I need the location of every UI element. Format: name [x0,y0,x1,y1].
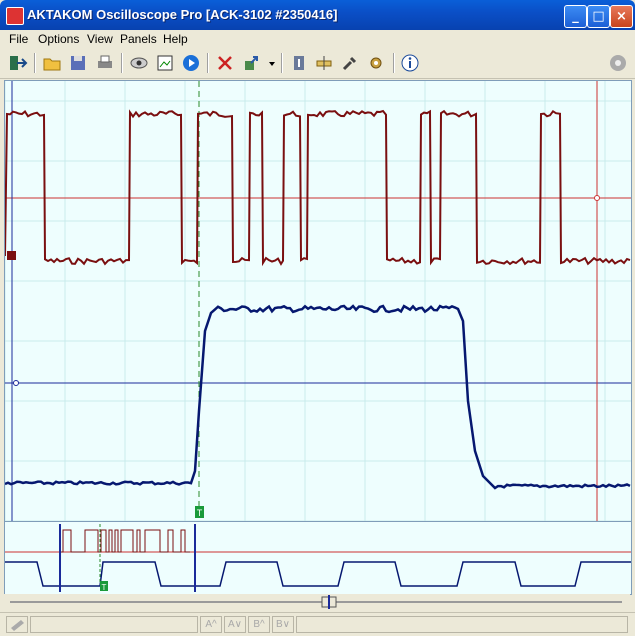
cursor-marker-ch1[interactable] [594,195,600,201]
menu-file[interactable]: File [9,32,28,46]
overview-channel2-trace [5,561,631,587]
window-title: AKTAKOM Oscilloscope Pro [ACK-3102 #2350… [27,7,338,22]
menu-bar: File Options View Panels Help [0,30,635,48]
scope-plot[interactable]: T [4,81,631,522]
app-icon [6,7,24,25]
status-bar: A^ A∨ B^ B∨ [0,612,635,635]
status-b-down: B∨ [272,616,294,633]
close-button[interactable]: × [610,5,633,28]
channel1-marker[interactable] [7,251,16,260]
status-message [30,616,198,633]
scope-grid [4,81,631,522]
info-book-icon[interactable] [289,53,309,73]
snapshot-icon[interactable] [155,53,175,73]
status-a-down: A∨ [224,616,246,633]
overview-plot[interactable]: T [5,522,631,594]
status-b-up: B^ [248,616,270,633]
exit-icon[interactable] [8,53,28,73]
status-info [296,616,628,633]
menu-panels[interactable]: Panels [120,32,157,46]
maximize-button[interactable]: □ [587,5,610,28]
open-folder-icon[interactable] [42,53,62,73]
title-bar[interactable]: AKTAKOM Oscilloscope Pro [ACK-3102 #2350… [0,0,635,30]
menu-help[interactable]: Help [163,32,188,46]
about-icon[interactable] [400,53,420,73]
overview-channel1-trace [60,529,190,553]
menu-options[interactable]: Options [38,32,79,46]
eye-icon[interactable] [129,53,149,73]
print-icon[interactable] [95,53,115,73]
status-icon [6,616,28,633]
tools-icon[interactable] [340,53,360,73]
toolbar [0,48,635,79]
menu-view[interactable]: View [87,32,113,46]
trigger-label: T [197,508,203,518]
minimize-button[interactable]: _ [564,5,587,28]
channel1-trace [4,109,631,267]
link-icon[interactable] [608,53,628,73]
overview-trigger-label: T [102,583,107,592]
ruler-icon[interactable] [314,53,334,73]
export-icon[interactable] [241,53,261,73]
settings-icon[interactable] [366,53,386,73]
save-icon[interactable] [68,53,88,73]
cursor-marker-ch2[interactable] [13,380,19,386]
scroll-row [4,594,630,610]
status-a-up: A^ [200,616,222,633]
oscilloscope-window: AKTAKOM Oscilloscope Pro [ACK-3102 #2350… [0,0,635,635]
cut-icon[interactable] [215,53,235,73]
dropdown-arrow-icon[interactable] [262,53,275,73]
overview-panel[interactable]: T [4,521,632,595]
scope-display[interactable]: T [4,80,632,522]
play-icon[interactable] [181,53,201,73]
